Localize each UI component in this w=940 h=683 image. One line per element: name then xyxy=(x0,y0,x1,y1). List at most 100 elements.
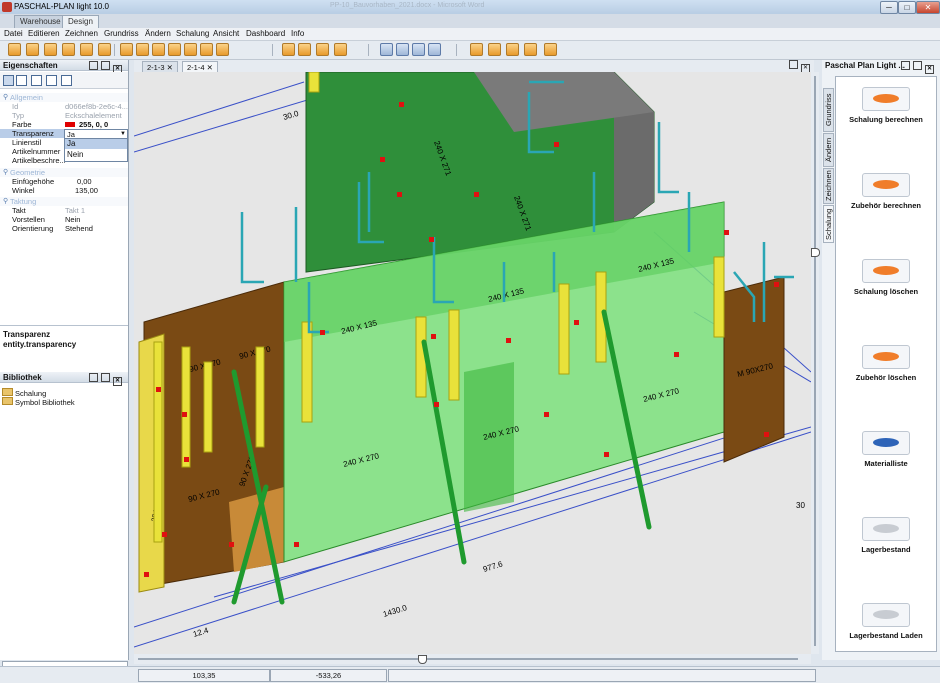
maximize-button[interactable]: □ xyxy=(898,1,916,14)
layout-1-icon[interactable] xyxy=(380,43,393,56)
color-swatch xyxy=(65,122,75,127)
list-icon[interactable] xyxy=(488,43,501,56)
side-tab-aendern[interactable]: Ändern xyxy=(823,133,834,167)
property-page-icon[interactable] xyxy=(31,75,42,86)
side-tab-zeichnen[interactable]: Zeichnen xyxy=(823,168,834,204)
zoom-out-icon[interactable] xyxy=(298,43,311,56)
schalung-berechnen-button[interactable]: Schalung berechnen xyxy=(836,87,936,124)
menu-zeichnen[interactable]: Zeichnen xyxy=(65,29,98,38)
vertical-scrollbar[interactable] xyxy=(811,72,820,654)
maximize-icon[interactable] xyxy=(789,60,798,69)
materialliste-button[interactable]: Materialliste xyxy=(836,431,936,468)
pin-icon: ⚲ xyxy=(3,198,9,205)
stock-icon xyxy=(862,517,910,541)
zoom-in-icon[interactable] xyxy=(282,43,295,56)
tab-design[interactable]: Design xyxy=(62,15,99,28)
horizontal-scrollbar[interactable] xyxy=(134,654,811,664)
cube-iso-icon[interactable] xyxy=(200,43,213,56)
redo-icon[interactable] xyxy=(98,43,111,56)
menu-aendern[interactable]: Ändern xyxy=(145,29,171,38)
zubehoer-berechnen-button[interactable]: Zubehör berechnen xyxy=(836,173,936,210)
background-window-title: PP-10_Bauvorhaben_2021.docx - Microsoft … xyxy=(330,2,485,9)
float-icon[interactable] xyxy=(89,373,98,382)
menu-info[interactable]: Info xyxy=(291,29,304,38)
dropdown-option-ja[interactable]: Ja xyxy=(65,139,127,149)
cube-right-icon[interactable] xyxy=(168,43,181,56)
side-tab-grundriss[interactable]: Grundriss xyxy=(823,88,834,132)
property-row: Vorstellen Nein xyxy=(12,215,81,224)
new-icon[interactable] xyxy=(8,43,21,56)
save-icon[interactable] xyxy=(470,43,483,56)
menu-dashboard[interactable]: Dashboard xyxy=(246,29,285,38)
close-icon[interactable]: ✕ xyxy=(167,63,173,72)
cube-left-icon[interactable] xyxy=(152,43,165,56)
menu-datei[interactable]: Datei xyxy=(4,29,23,38)
pin-icon: ⚲ xyxy=(3,169,9,176)
float-icon[interactable] xyxy=(89,61,98,70)
menu-schalung[interactable]: Schalung xyxy=(176,29,209,38)
close-icon[interactable]: ✕ xyxy=(207,63,213,72)
elevation-icon[interactable] xyxy=(544,43,557,56)
formwork-3d-scene[interactable]: 30.0 977.6 1430.0 12.4 30 240 X 271 240 … xyxy=(134,72,811,654)
float-icon[interactable] xyxy=(901,61,910,70)
property-row: Winkel 135,00 xyxy=(12,186,98,195)
delete-icon[interactable] xyxy=(26,43,39,56)
property-row: Takt Takt 1 xyxy=(12,206,86,215)
zoom-fit-icon[interactable] xyxy=(334,43,347,56)
print-icon[interactable] xyxy=(44,43,57,56)
image-icon[interactable] xyxy=(524,43,537,56)
sort-alpha-icon[interactable] xyxy=(16,75,27,86)
cube-front-icon[interactable] xyxy=(120,43,133,56)
group-geometrie[interactable]: ⚲ Geometrie xyxy=(0,168,128,177)
pin-icon: ⚲ xyxy=(3,94,9,101)
maximize-icon[interactable] xyxy=(101,373,110,382)
sort-category-icon[interactable] xyxy=(3,75,14,86)
cube-view-icon[interactable] xyxy=(216,43,229,56)
tab-warehouse[interactable]: Warehouse xyxy=(14,15,67,28)
scroll-thumb[interactable] xyxy=(418,655,427,664)
status-bar: 103,35 -533,26 xyxy=(0,666,940,683)
dropdown-option-nein[interactable]: Nein xyxy=(65,150,127,160)
minimize-button[interactable]: ─ xyxy=(880,1,898,14)
close-icon[interactable]: ✕ xyxy=(925,65,934,74)
transparency-dropdown-list: Ja Nein xyxy=(64,138,128,162)
group-taktung[interactable]: ⚲ Taktung xyxy=(0,197,128,206)
undo-icon[interactable] xyxy=(80,43,93,56)
close-button[interactable]: ✕ xyxy=(916,1,940,14)
side-tab-schalung[interactable]: Schalung xyxy=(823,205,834,243)
layout-2-icon[interactable] xyxy=(396,43,409,56)
3d-viewport[interactable]: 30.0 977.6 1430.0 12.4 30 240 X 271 240 … xyxy=(134,72,811,654)
lagerbestand-laden-button[interactable]: Lagerbestand Laden xyxy=(836,603,936,640)
description-body: entity.transparency xyxy=(3,340,77,349)
cube-top-icon[interactable] xyxy=(184,43,197,56)
library-item[interactable]: Symbol Bibliothek xyxy=(2,397,75,407)
ribbon-title: Paschal Plan Light ... xyxy=(825,61,906,70)
wall-icon[interactable] xyxy=(506,43,519,56)
lagerbestand-button[interactable]: Lagerbestand xyxy=(836,517,936,554)
property-row[interactable]: Farbe 255, 0, 0 xyxy=(0,120,128,129)
scroll-thumb[interactable] xyxy=(811,248,820,257)
property-row-selected[interactable]: Transparenz Ja ▼ xyxy=(0,129,128,139)
property-row: Id d066ef8b-2e6c-4... xyxy=(12,102,128,111)
collapse-all-icon[interactable] xyxy=(61,75,72,86)
maximize-icon[interactable] xyxy=(101,61,110,70)
close-icon[interactable]: ✕ xyxy=(113,377,122,386)
maximize-icon[interactable] xyxy=(913,61,922,70)
delete-icon xyxy=(862,345,910,369)
schalung-loeschen-button[interactable]: Schalung löschen xyxy=(836,259,936,296)
layout-4-icon[interactable] xyxy=(428,43,441,56)
calculate-icon xyxy=(862,173,910,197)
cube-icon[interactable] xyxy=(62,43,75,56)
dimension-label: 30 xyxy=(796,501,805,510)
description-title: Transparenz xyxy=(3,330,51,339)
zoom-window-icon[interactable] xyxy=(316,43,329,56)
layout-3-icon[interactable] xyxy=(412,43,425,56)
menu-ansicht[interactable]: Ansicht xyxy=(213,29,239,38)
group-allgemein[interactable]: ⚲ Allgemein xyxy=(0,93,128,102)
expand-all-icon[interactable] xyxy=(46,75,57,86)
status-message xyxy=(388,669,816,682)
menu-grundriss[interactable]: Grundriss xyxy=(104,29,139,38)
menu-editieren[interactable]: Editieren xyxy=(28,29,60,38)
cube-back-icon[interactable] xyxy=(136,43,149,56)
zubehoer-loeschen-button[interactable]: Zubehör löschen xyxy=(836,345,936,382)
